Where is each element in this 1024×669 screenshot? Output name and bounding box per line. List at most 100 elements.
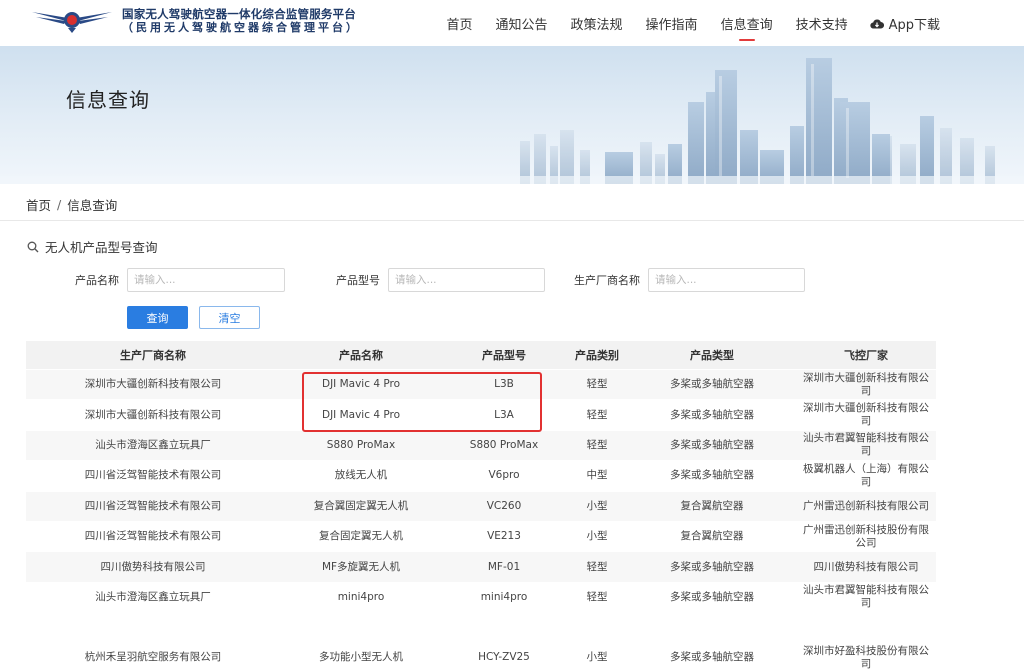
product-name-input[interactable]	[127, 268, 285, 292]
cell-manufacturer: 四川省泛驾智能技术有限公司	[84, 469, 222, 482]
table-spacer	[26, 613, 936, 644]
cell-product-name: 多功能小型无人机	[319, 651, 403, 664]
table-row[interactable]: 汕头市澄海区鑫立玩具厂 S880 ProMax S880 ProMax 轻型 多桨或多轴…	[26, 430, 936, 462]
cell-product-model: S880 ProMax	[469, 438, 539, 451]
cell-manufacturer: 四川傲势科技有限公司	[100, 560, 206, 573]
city-skyline-illustration	[0, 58, 1024, 184]
col-product-name[interactable]: 产品名称	[280, 349, 442, 362]
cell-product-model: V6pro	[488, 469, 520, 482]
breadcrumb-home[interactable]: 首页	[26, 195, 51, 214]
cell-product-type: 多桨或多轴航空器	[670, 560, 754, 573]
cell-product-model: VC260	[486, 499, 522, 512]
search-panel-title: 无人机产品型号查询	[27, 237, 158, 256]
cell-product-model: VE213	[487, 530, 521, 543]
nav-home[interactable]: 首页	[447, 14, 473, 33]
cell-category: 轻型	[586, 408, 608, 421]
cell-product-name: mini4pro	[337, 590, 385, 603]
cell-flight-controller: 深圳市大疆创新科技有限公司	[803, 402, 929, 428]
cell-category: 小型	[586, 530, 608, 543]
query-button[interactable]: 查询	[127, 306, 188, 329]
breadcrumb-current: 信息查询	[67, 198, 118, 213]
cell-category: 中型	[586, 469, 608, 482]
main-nav: 首页 通知公告 政策法规 操作指南 信息查询 技术支持 App下载	[424, 0, 1024, 46]
cell-product-name: S880 ProMax	[326, 438, 396, 451]
table-row[interactable]: 杭州禾呈羽航空服务有限公司 多功能小型无人机 HCY-ZV25 小型 多桨或多轴…	[26, 643, 936, 669]
manufacturer-input[interactable]	[648, 268, 805, 292]
col-manufacturer[interactable]: 生产厂商名称	[26, 349, 280, 362]
nav-info-query[interactable]: 信息查询	[721, 14, 773, 41]
cloud-download-icon	[869, 18, 884, 29]
cell-flight-controller: 广州雷迅创新科技股份有限公司	[803, 523, 929, 549]
col-product-model[interactable]: 产品型号	[442, 349, 566, 362]
cell-product-type: 多桨或多轴航空器	[670, 438, 754, 451]
manufacturer-label: 生产厂商名称	[574, 274, 640, 287]
table-row[interactable]: 汕头市澄海区鑫立玩具厂 mini4pro mini4pro 轻型 多桨或多轴航空器 汕头市…	[26, 582, 936, 614]
cell-manufacturer: 杭州禾呈羽航空服务有限公司	[84, 651, 222, 664]
breadcrumb: 首页 / 信息查询	[26, 195, 117, 214]
nav-notices[interactable]: 通知公告	[496, 14, 548, 33]
page-banner: 信息查询	[0, 46, 1024, 184]
table-body: 深圳市大疆创新科技有限公司 DJI Mavic 4 Pro L3B 轻型 多桨或多轴航空…	[26, 370, 936, 614]
brand-title: 国家无人驾驶航空器一体化综合监管服务平台	[122, 7, 356, 21]
cell-product-model: L3B	[494, 378, 514, 391]
platform-brand[interactable]: 国家无人驾驶航空器一体化综合监管服务平台 （民用无人驾驶航空器综合管理平台）	[122, 7, 360, 35]
section-divider	[0, 220, 1024, 221]
cell-product-type: 复合翼航空器	[680, 499, 744, 512]
table-row[interactable]: 四川省泛驾智能技术有限公司 复合翼固定翼无人机 VC260 小型 复合翼航空器 广州雷迅创…	[26, 491, 936, 522]
field-manufacturer: 生产厂商名称	[574, 268, 805, 292]
cell-flight-controller: 深圳市大疆创新科技有限公司	[803, 371, 929, 397]
cell-manufacturer: 深圳市大疆创新科技有限公司	[84, 378, 222, 391]
col-product-type[interactable]: 产品类型	[628, 349, 796, 362]
cell-manufacturer: 四川省泛驾智能技术有限公司	[84, 530, 222, 543]
cell-product-type: 多桨或多轴航空器	[670, 378, 754, 391]
cell-manufacturer: 汕头市澄海区鑫立玩具厂	[95, 590, 211, 603]
cell-flight-controller: 深圳市好盈科技股份有限公司	[803, 644, 929, 669]
cell-product-type: 多桨或多轴航空器	[670, 590, 754, 603]
cell-flight-controller: 四川傲势科技有限公司	[813, 560, 919, 573]
cell-product-type: 多桨或多轴航空器	[670, 651, 754, 664]
cell-product-type: 多桨或多轴航空器	[670, 408, 754, 421]
cell-manufacturer: 四川省泛驾智能技术有限公司	[84, 499, 222, 512]
cell-manufacturer: 汕头市澄海区鑫立玩具厂	[95, 438, 211, 451]
cell-product-name: 复合固定翼无人机	[319, 530, 403, 543]
table-row[interactable]: 四川省泛驾智能技术有限公司 放线无人机 V6pro 中型 多桨或多轴航空器 极翼机器人（上…	[26, 461, 936, 492]
search-panel-title-text: 无人机产品型号查询	[45, 240, 158, 255]
product-model-label: 产品型号	[336, 274, 380, 287]
field-product-name: 产品名称	[75, 268, 285, 292]
product-name-label: 产品名称	[75, 274, 119, 287]
cell-product-name: MF多旋翼无人机	[321, 560, 401, 573]
caac-logo-icon	[32, 12, 112, 33]
table-row[interactable]: 四川傲势科技有限公司 MF多旋翼无人机 MF-01 轻型 多桨或多轴航空器 四川傲势科技有…	[26, 552, 936, 583]
cell-category: 轻型	[586, 590, 608, 603]
table-row[interactable]: 深圳市大疆创新科技有限公司 DJI Mavic 4 Pro L3A 轻型 多桨或多轴航空…	[26, 400, 936, 431]
cell-manufacturer: 深圳市大疆创新科技有限公司	[84, 408, 222, 421]
clear-button[interactable]: 清空	[199, 306, 260, 329]
col-category[interactable]: 产品类别	[566, 349, 628, 362]
cell-product-model: HCY-ZV25	[478, 651, 530, 664]
breadcrumb-separator: /	[57, 197, 62, 212]
cell-product-type: 多桨或多轴航空器	[670, 469, 754, 482]
cell-category: 轻型	[586, 378, 608, 391]
cell-category: 小型	[586, 651, 608, 664]
cell-flight-controller: 广州雷迅创新科技有限公司	[803, 499, 929, 512]
nav-app-download[interactable]: App下载	[869, 14, 940, 33]
cell-product-type: 复合翼航空器	[680, 530, 744, 543]
search-icon	[27, 241, 39, 252]
cell-product-model: L3A	[494, 408, 514, 421]
cell-flight-controller: 汕头市君翼智能科技有限公司	[803, 432, 929, 458]
nav-tech-support[interactable]: 技术支持	[796, 14, 848, 33]
product-model-input[interactable]	[388, 268, 545, 292]
cell-flight-controller: 极翼机器人（上海）有限公司	[803, 462, 929, 488]
results-table: 生产厂商名称 产品名称 产品型号 产品类别 产品类型 飞控厂家 深圳市大疆创新科…	[26, 341, 936, 669]
col-flight-controller[interactable]: 飞控厂家	[796, 349, 936, 362]
table-row[interactable]: 四川省泛驾智能技术有限公司 复合固定翼无人机 VE213 小型 复合翼航空器 广州雷迅创新…	[26, 521, 936, 553]
cell-product-model: MF-01	[487, 560, 521, 573]
table-row[interactable]: 深圳市大疆创新科技有限公司 DJI Mavic 4 Pro L3B 轻型 多桨或多轴航空…	[26, 370, 936, 401]
nav-policies[interactable]: 政策法规	[571, 14, 623, 33]
top-header: 国家无人驾驶航空器一体化综合监管服务平台 （民用无人驾驶航空器综合管理平台） 首…	[0, 0, 1024, 46]
nav-guide[interactable]: 操作指南	[646, 14, 698, 33]
cell-product-name: DJI Mavic 4 Pro	[321, 408, 401, 421]
cell-product-name: 放线无人机	[334, 469, 388, 482]
cell-product-name: 复合翼固定翼无人机	[313, 499, 409, 512]
cell-category: 小型	[586, 499, 608, 512]
